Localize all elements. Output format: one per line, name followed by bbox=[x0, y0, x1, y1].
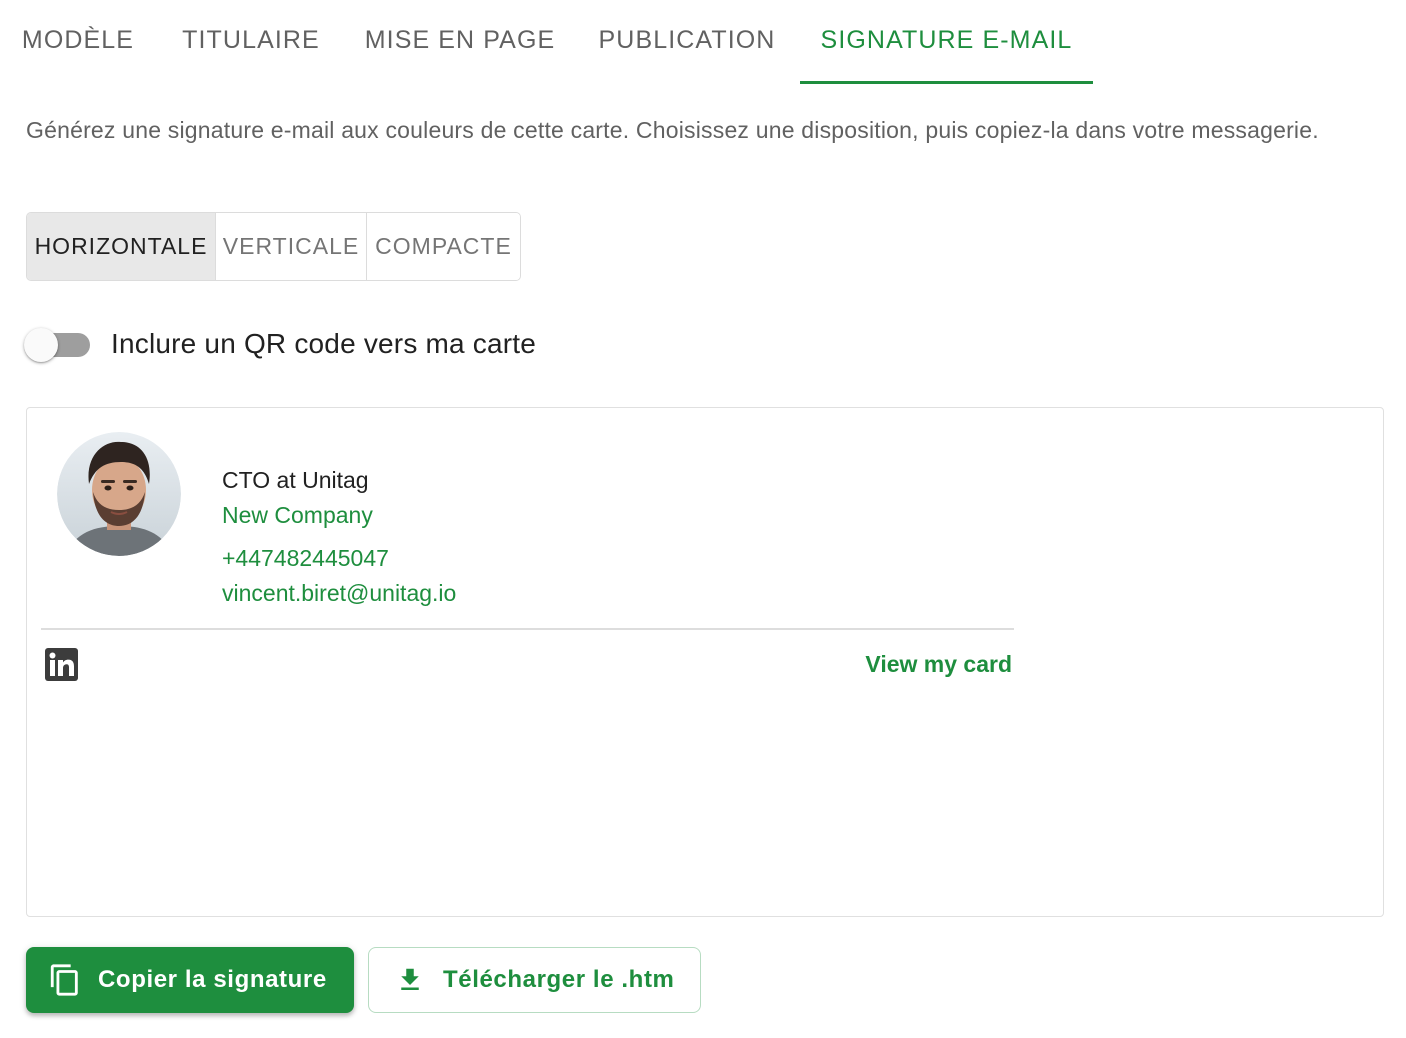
layout-compacte-button[interactable]: COMPACTE bbox=[367, 213, 520, 280]
signature-role: CTO at Unitag bbox=[222, 467, 369, 493]
layout-horizontale-button[interactable]: HORIZONTALE bbox=[27, 213, 216, 280]
layout-verticale-button[interactable]: VERTICALE bbox=[216, 213, 367, 280]
signature-divider bbox=[41, 628, 1014, 630]
qr-code-switch-label[interactable]: Inclure un QR code vers ma carte bbox=[111, 326, 536, 362]
copy-signature-label: Copier la signature bbox=[98, 966, 327, 993]
tab-mise-en-page[interactable]: MISE EN PAGE bbox=[346, 0, 574, 84]
signature-email[interactable]: vincent.biret@unitag.io bbox=[222, 579, 456, 607]
avatar-image bbox=[57, 432, 181, 556]
linkedin-icon[interactable] bbox=[45, 648, 78, 681]
tab-titulaire[interactable]: TITULAIRE bbox=[156, 0, 346, 84]
signature-phone[interactable]: +447482445047 bbox=[222, 544, 389, 572]
switch-thumb bbox=[24, 328, 58, 362]
page-description: Générez une signature e-mail aux couleur… bbox=[26, 117, 1319, 143]
tab-bar: MODÈLE TITULAIRE MISE EN PAGE PUBLICATIO… bbox=[0, 0, 1093, 84]
signature-preview: CTO at Unitag New Company +447482445047 … bbox=[26, 407, 1384, 917]
signature-company[interactable]: New Company bbox=[222, 501, 373, 529]
download-htm-label: Télécharger le .htm bbox=[443, 966, 675, 993]
download-htm-button[interactable]: Télécharger le .htm bbox=[368, 947, 701, 1013]
download-icon bbox=[393, 963, 427, 997]
tab-signature-email[interactable]: SIGNATURE E-MAIL bbox=[800, 0, 1093, 84]
avatar bbox=[57, 432, 181, 556]
layout-toggle-group: HORIZONTALE VERTICALE COMPACTE bbox=[26, 212, 521, 281]
view-my-card-link[interactable]: View my card bbox=[865, 650, 1012, 678]
tab-publication[interactable]: PUBLICATION bbox=[574, 0, 800, 84]
copy-signature-button[interactable]: Copier la signature bbox=[26, 947, 354, 1013]
tab-modele[interactable]: MODÈLE bbox=[0, 0, 156, 84]
qr-code-switch[interactable] bbox=[24, 328, 90, 362]
copy-icon bbox=[48, 963, 82, 997]
